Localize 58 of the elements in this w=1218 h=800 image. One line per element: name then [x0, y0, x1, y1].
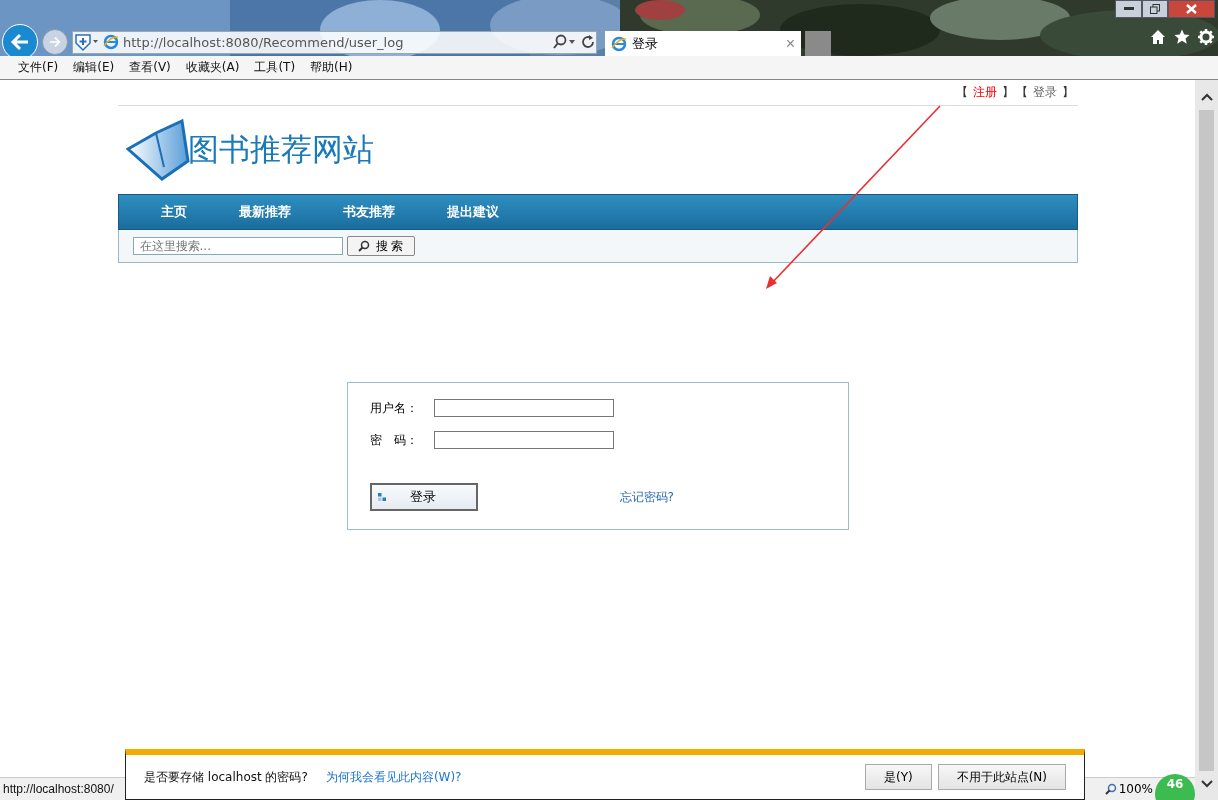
bracket: 】: [1061, 84, 1074, 101]
search-icon[interactable]: [552, 34, 576, 50]
bracket: 】: [1001, 84, 1014, 101]
restore-icon: [1150, 4, 1160, 14]
menu-item[interactable]: 工具(T): [254, 59, 296, 76]
page-icon: [611, 36, 627, 52]
close-icon: [1186, 4, 1197, 14]
page-icon: [103, 34, 119, 50]
header-link[interactable]: 注册: [972, 84, 997, 101]
forward-arrow-icon: [49, 36, 61, 48]
browser-tab[interactable]: 登录 ×: [605, 31, 801, 56]
address-bar[interactable]: http://localhost:8080/Recommend/user_log: [72, 30, 597, 54]
book-icon: [125, 119, 190, 181]
input-field[interactable]: [433, 431, 614, 449]
menu-item[interactable]: 帮助(H): [310, 59, 353, 76]
field-label: 用户名：: [369, 399, 419, 417]
restore-button[interactable]: [1142, 0, 1168, 18]
squares-icon: [377, 493, 386, 501]
scrollbar[interactable]: [1195, 80, 1218, 800]
minimize-button[interactable]: [1115, 0, 1142, 18]
menu-item[interactable]: 收藏夹(A): [185, 59, 240, 76]
bracket: 【: [955, 84, 968, 101]
nav-link[interactable]: 书友推荐: [342, 203, 395, 221]
forgot-password-link[interactable]: 忘记密码?: [619, 488, 674, 506]
refresh-icon[interactable]: [580, 34, 596, 50]
menu-item[interactable]: 文件(F): [18, 59, 59, 76]
home-icon[interactable]: [1150, 29, 1166, 45]
header-link[interactable]: 登录: [1032, 84, 1057, 101]
bracket: 【: [1015, 84, 1028, 101]
shield-plus-icon[interactable]: [73, 32, 99, 52]
settings-icon[interactable]: [1198, 29, 1214, 45]
prompt-message: 是否要存储 localhost 的密码?: [144, 768, 308, 786]
help-link[interactable]: 为何我会看见此内容(W)?: [325, 768, 462, 786]
scroll-up-icon[interactable]: [1199, 92, 1214, 102]
star-icon[interactable]: [1174, 29, 1190, 45]
search-icon: [357, 240, 370, 252]
menu-item[interactable]: 编辑(E): [73, 59, 115, 76]
search-button[interactable]: 搜 索: [346, 236, 415, 256]
nav-link[interactable]: 主页: [160, 203, 187, 221]
zoom-icon[interactable]: [1104, 783, 1117, 795]
nav-link[interactable]: 提出建议: [446, 203, 499, 221]
site-title: 图书推荐网站: [187, 130, 374, 169]
close-button[interactable]: [1168, 0, 1215, 18]
close-tab-button[interactable]: ×: [785, 35, 795, 53]
scroll-down-icon[interactable]: [1199, 779, 1214, 789]
field-label: 密 码：: [369, 431, 419, 449]
counter-badge: 46: [1155, 774, 1195, 800]
prompt-button[interactable]: 不用于此站点(N): [937, 764, 1066, 790]
menu-item[interactable]: 查看(V): [129, 59, 171, 76]
search-field[interactable]: 在这里搜索...: [132, 237, 343, 255]
nav-link[interactable]: 最新推荐: [238, 203, 291, 221]
status-url: http://localhost:8080/: [2, 782, 114, 796]
prompt-button[interactable]: 是(Y): [864, 764, 932, 790]
back-arrow-icon: [10, 33, 30, 51]
zoom-level[interactable]: 100%: [1118, 782, 1153, 796]
input-field[interactable]: [433, 399, 614, 417]
address-text[interactable]: http://localhost:8080/Recommend/user_log: [123, 34, 548, 50]
login-button[interactable]: 登录: [369, 483, 478, 511]
